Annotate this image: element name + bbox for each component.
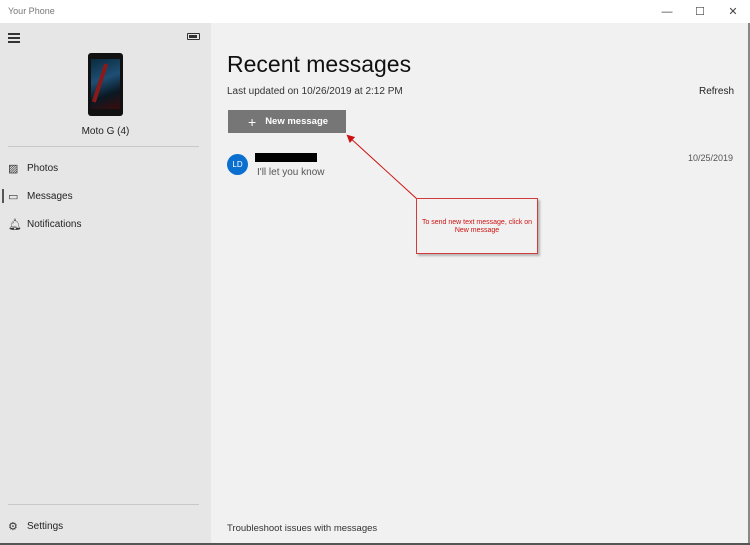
troubleshoot-link[interactable]: Troubleshoot issues with messages bbox=[227, 523, 377, 534]
sidebar: Moto G (4) ▨ Photos ▭ Messages 🔔︎ Notifi… bbox=[0, 23, 211, 543]
annotation-arrow bbox=[346, 134, 418, 200]
maximize-button[interactable]: ☐ bbox=[683, 0, 717, 23]
title-bar: Your Phone — ☐ ✕ bbox=[0, 0, 750, 23]
battery-icon bbox=[187, 33, 200, 40]
bell-icon: 🔔︎ bbox=[8, 218, 22, 231]
sidebar-item-messages[interactable]: ▭ Messages bbox=[0, 183, 211, 209]
sidebar-item-label: Photos bbox=[27, 162, 59, 174]
photos-icon: ▨ bbox=[8, 162, 19, 175]
chat-icon: ▭ bbox=[8, 190, 19, 203]
annotation-text: To send new text message, click on New m… bbox=[421, 219, 533, 235]
window-title: Your Phone bbox=[8, 6, 55, 16]
sidebar-item-label: Notifications bbox=[27, 218, 82, 230]
hamburger-menu-icon[interactable] bbox=[8, 33, 20, 45]
device-name: Moto G (4) bbox=[81, 126, 130, 137]
minimize-button[interactable]: — bbox=[650, 0, 684, 23]
main-panel: Recent messages Last updated on 10/26/20… bbox=[211, 23, 748, 543]
gear-icon: ⚙ bbox=[8, 520, 18, 533]
sidebar-item-settings[interactable]: ⚙ Settings bbox=[0, 513, 211, 539]
sidebar-item-photos[interactable]: ▨ Photos bbox=[0, 155, 211, 181]
divider bbox=[8, 504, 199, 505]
close-button[interactable]: ✕ bbox=[716, 0, 750, 23]
phone-image bbox=[88, 53, 123, 116]
annotation-callout: To send new text message, click on New m… bbox=[416, 198, 538, 254]
divider bbox=[8, 146, 199, 147]
sidebar-item-notifications[interactable]: 🔔︎ Notifications bbox=[0, 211, 211, 237]
sidebar-item-label: Messages bbox=[27, 190, 73, 202]
sidebar-item-label: Settings bbox=[27, 520, 64, 532]
